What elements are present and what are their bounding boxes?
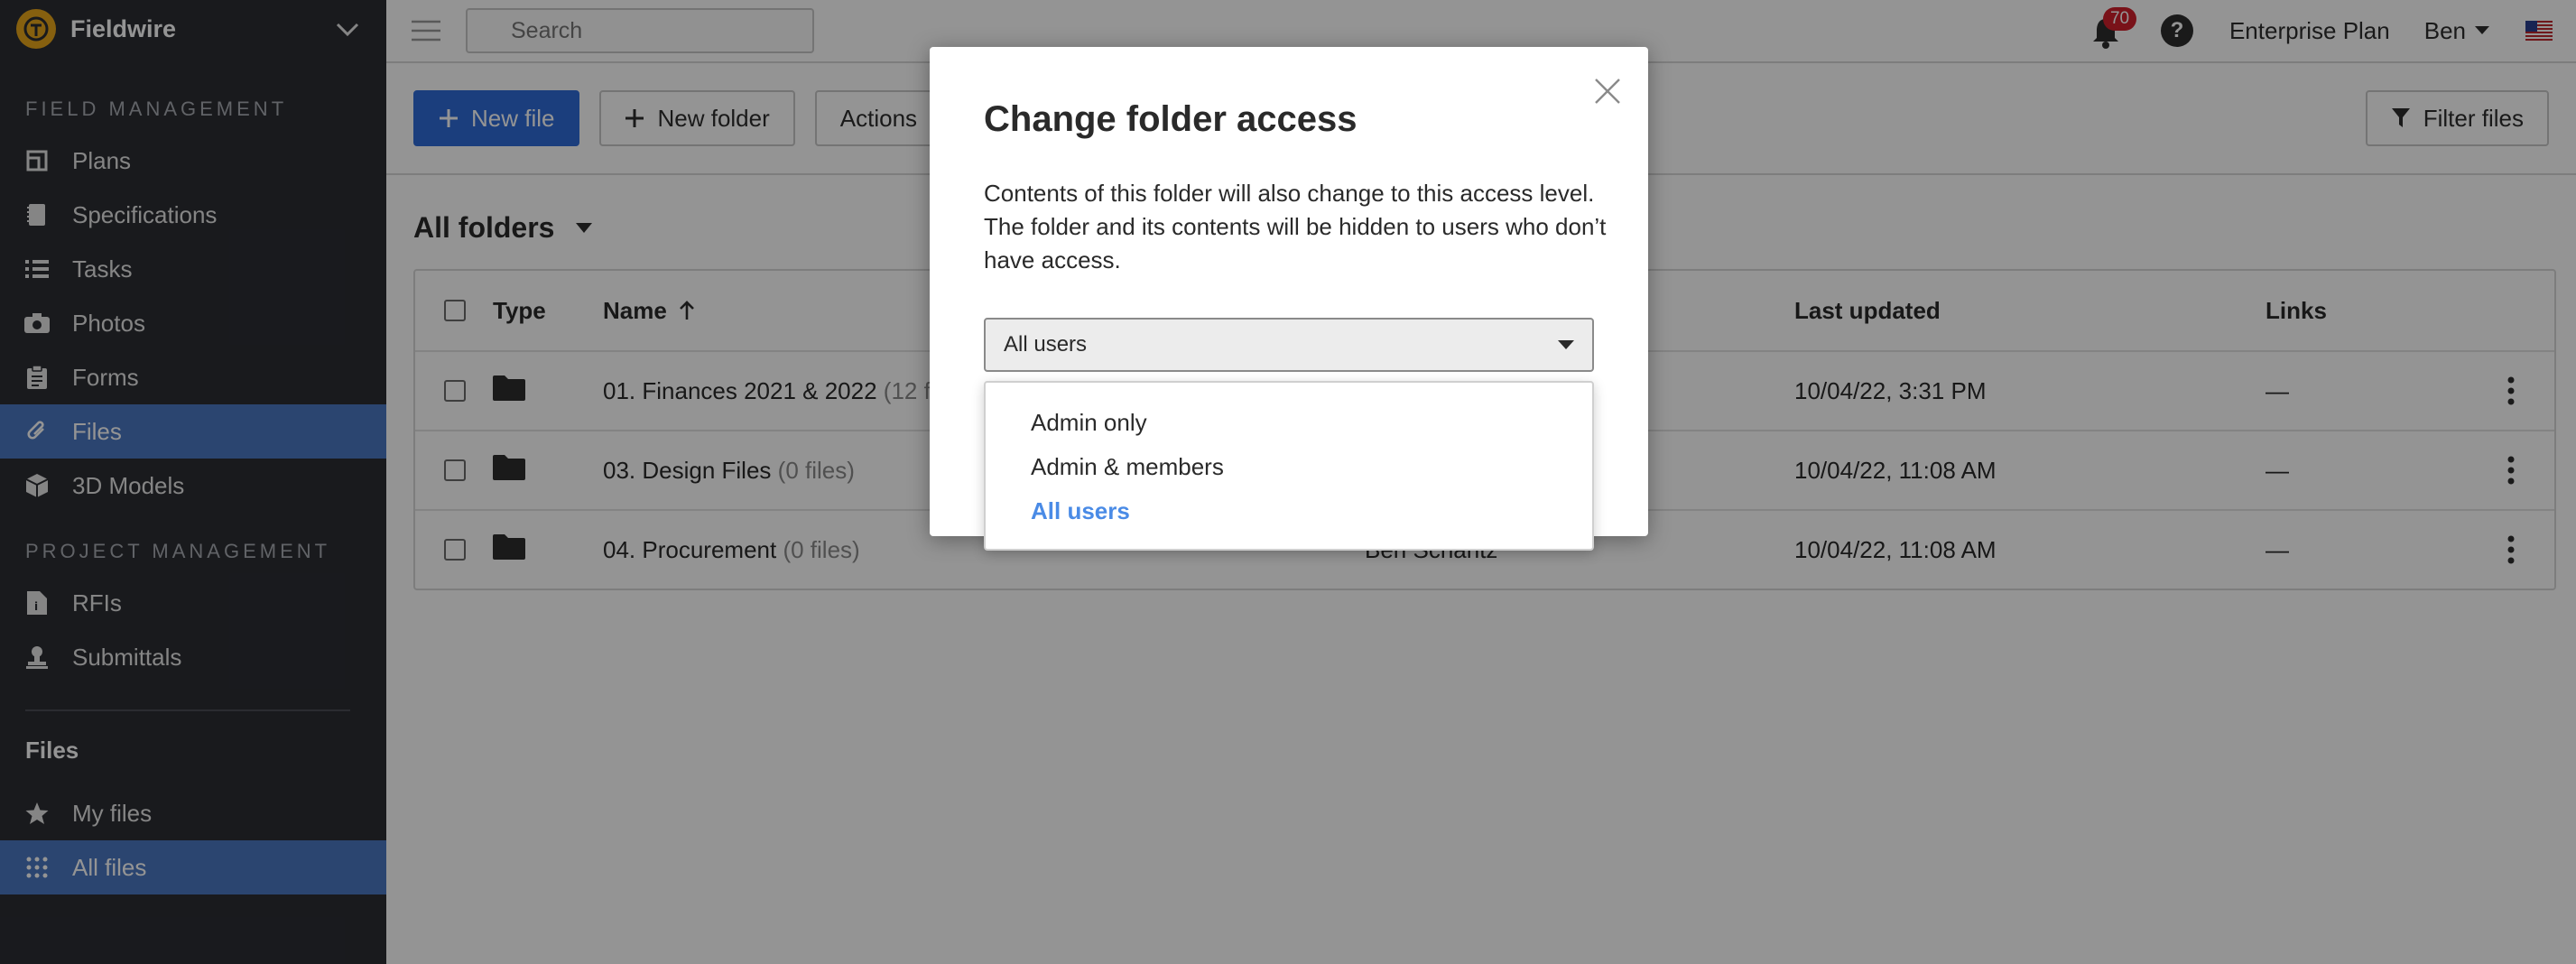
access-level-select[interactable]: All users xyxy=(984,318,1594,372)
option-all-users[interactable]: All users xyxy=(986,489,1592,533)
dialog-description: Contents of this folder will also change… xyxy=(984,180,1607,273)
option-admin-only[interactable]: Admin only xyxy=(986,401,1592,445)
access-level-dropdown: Admin only Admin & members All users xyxy=(984,381,1594,551)
caret-down-icon xyxy=(1558,340,1574,349)
access-level-selected-value: All users xyxy=(1004,332,1088,357)
close-icon[interactable] xyxy=(1594,78,1621,105)
dialog-title: Change folder access xyxy=(984,99,1357,139)
option-admin-and-members[interactable]: Admin & members xyxy=(986,445,1592,489)
